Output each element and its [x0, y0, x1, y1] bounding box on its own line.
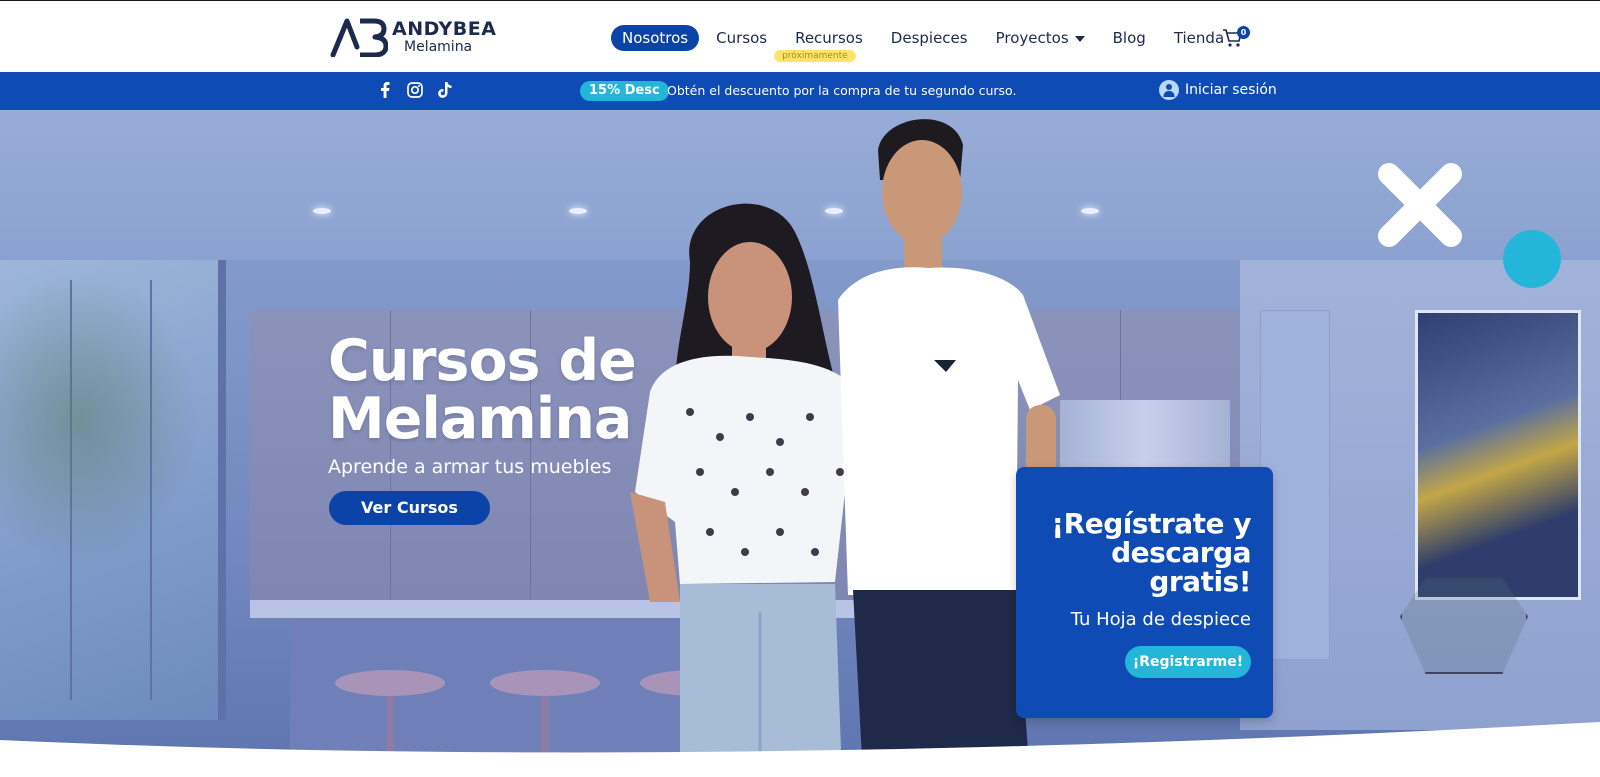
ceiling-light: [313, 208, 331, 214]
register-card: ¡Regístrate y descarga gratis! Tu Hoja d…: [1016, 467, 1273, 718]
instagram-icon[interactable]: [406, 81, 424, 99]
chevron-down-icon: [1074, 35, 1085, 42]
social-links: [376, 81, 466, 99]
view-courses-button[interactable]: Ver Cursos: [329, 491, 490, 525]
hero-bottom-wave: [0, 722, 1600, 777]
nav-item-recursos[interactable]: Recursos próximamente: [774, 25, 874, 62]
hero-bg-stool: [335, 670, 445, 696]
register-card-subtitle: Tu Hoja de despiece: [1070, 609, 1251, 630]
register-card-title: ¡Regístrate y descarga gratis!: [1051, 507, 1251, 598]
site-header: ANDYBEA Melamina Nosotros Cursos Recurso…: [0, 0, 1600, 72]
nav-item-proyectos-label: Proyectos: [995, 29, 1069, 47]
cart-count-badge: 0: [1237, 26, 1250, 39]
hero-bg-painting: [1415, 310, 1581, 600]
hero-bg-stool: [490, 670, 600, 696]
nav-item-nosotros[interactable]: Nosotros: [611, 25, 700, 51]
tiktok-icon[interactable]: [436, 81, 454, 99]
nav-item-recursos-label: Recursos: [795, 29, 863, 47]
facebook-icon[interactable]: [376, 81, 394, 99]
promo-bar: 15% Desc Obtén el descuento por la compr…: [0, 72, 1600, 110]
discount-badge: 15% Desc: [580, 81, 669, 101]
brand-sub: Melamina: [404, 39, 473, 55]
main-nav: Nosotros Cursos Recursos próximamente De…: [611, 24, 1241, 62]
nav-item-cursos[interactable]: Cursos: [705, 25, 778, 51]
decorative-x-icon: [1378, 163, 1462, 247]
andybea-logo-icon: [330, 18, 388, 57]
hero-section: Cursos de Melamina Aprende a armar tus m…: [0, 110, 1600, 777]
ceiling-light: [569, 208, 587, 214]
brand-logo[interactable]: ANDYBEA Melamina: [330, 17, 496, 57]
hero-bg-plant: [0, 270, 200, 570]
hero-title: Cursos de Melamina: [328, 328, 637, 452]
logo-text: ANDYBEA Melamina: [392, 18, 497, 55]
login-label: Iniciar sesión: [1185, 82, 1277, 98]
coming-soon-badge: próximamente: [774, 50, 856, 62]
register-button[interactable]: ¡Registrarme!: [1125, 646, 1251, 678]
login-link[interactable]: Iniciar sesión: [1159, 80, 1277, 100]
nav-item-blog[interactable]: Blog: [1102, 25, 1157, 51]
nav-item-proyectos[interactable]: Proyectos: [985, 25, 1096, 51]
promo-message: Obtén el descuento por la compra de tu s…: [667, 83, 1017, 98]
ceiling-light: [1081, 208, 1099, 214]
decorative-circle: [1503, 230, 1561, 288]
user-icon: [1159, 80, 1179, 100]
brand-name: ANDYBEA: [392, 18, 497, 40]
nav-item-despieces[interactable]: Despieces: [880, 25, 979, 51]
hero-subtitle: Aprende a armar tus muebles: [328, 456, 612, 478]
